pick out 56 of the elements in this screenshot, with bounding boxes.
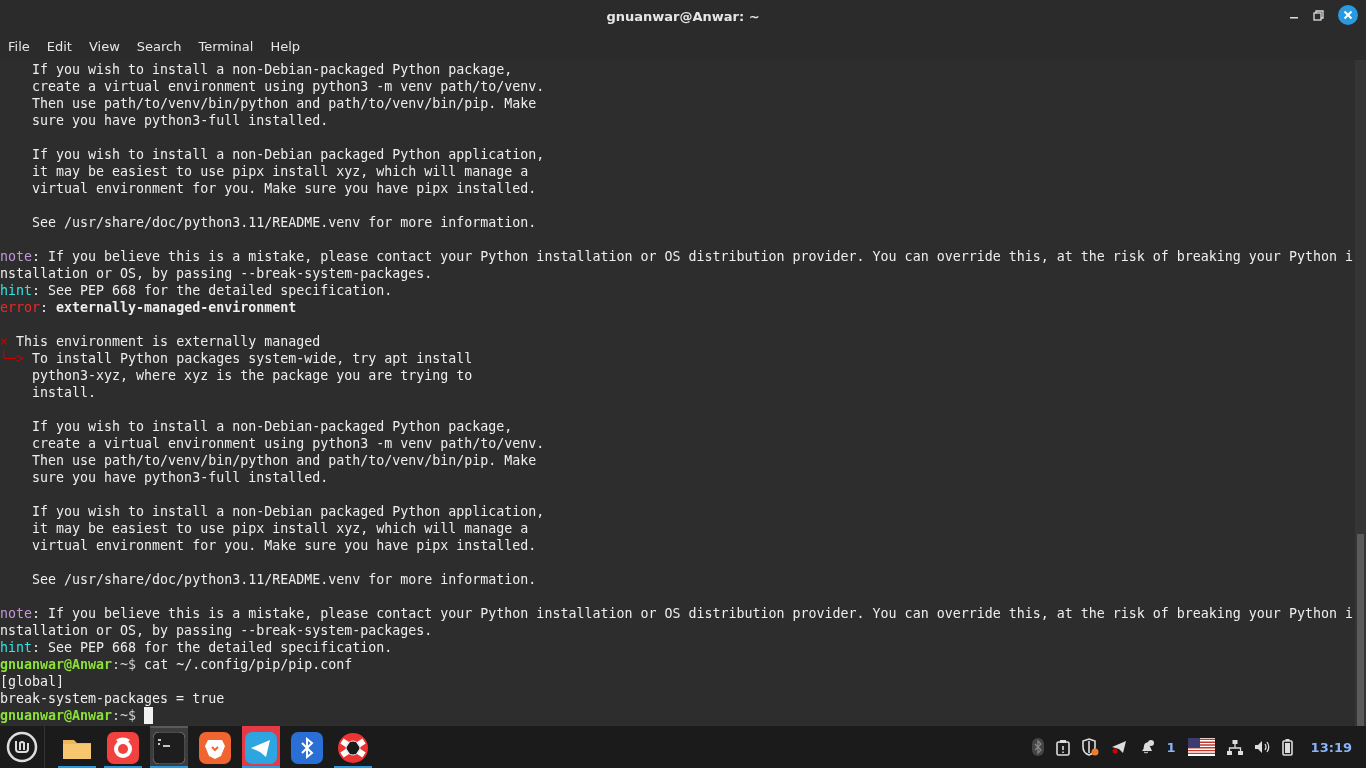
paper-plane-icon[interactable] (1110, 740, 1127, 754)
flag-icon[interactable] (1187, 738, 1215, 756)
shield-icon[interactable] (1081, 738, 1099, 756)
terminal-line: If you wish to install a non-Debian-packaged Python package, (31, 418, 513, 435)
terminal-line: nstallation or OS, by passing --break-system-packages. (0, 265, 433, 282)
terminal-line: See /usr/share/doc/python3.11/README.venv for more information. (31, 214, 537, 231)
terminal-line: ╰─> To install Python packages system-wide, try apt install (0, 350, 473, 367)
terminal-line: sure you have python3-full installed. (31, 112, 329, 129)
terminal-line: hint: See PEP 668 for the detailed specification. (0, 282, 393, 299)
volume-icon[interactable] (1254, 740, 1270, 754)
terminal-line: nstallation or OS, by passing --break-system-packages. (0, 622, 433, 639)
terminal-line: virtual environment for you. Make sure you have pipx installed. (31, 180, 537, 197)
close-icon[interactable] (1338, 5, 1358, 25)
menu-item[interactable]: File (8, 39, 39, 54)
terminal-line: python3-xyz, where xyz is the package you are trying to (31, 367, 473, 384)
lifebuoy-icon (337, 732, 369, 764)
menu-logo-icon[interactable] (6, 731, 38, 763)
terminal-line: hint: See PEP 668 for the detailed specification. (0, 639, 393, 656)
scrollbar[interactable] (1355, 60, 1366, 726)
clock[interactable]: 13:19 (1310, 739, 1352, 755)
terminal-line: break-system-packages = true (0, 690, 225, 707)
prompt-line: gnuanwar@Anwar:~$ cat ~/.config/pip/pip.conf (0, 656, 353, 673)
terminal-line: [global] (0, 673, 65, 690)
battery-icon[interactable] (1281, 738, 1293, 756)
bluetooth-icon[interactable] (1031, 738, 1044, 756)
prompt-line: gnuanwar@Anwar:~$ (0, 707, 138, 724)
terminal-line: note: If you believe this is a mistake, please contact your Python installation or OS distribution provider. You can override this, at the risk of breaking your Python i (0, 248, 1353, 265)
terminal-line: note: If you believe this is a mistake, please contact your Python installation or OS distribution provider. You can override this, at the risk of breaking your Python i (0, 605, 1353, 622)
terminal-line: it may be easiest to use pipx install xyz, which will manage a (31, 163, 529, 180)
menu-item[interactable]: Search (136, 39, 191, 54)
terminal-line: it may be easiest to use pipx install xyz, which will manage a (31, 520, 529, 537)
terminal-line: create a virtual environment using python3 -m venv path/to/venv. (31, 435, 545, 452)
terminal-line: Then use path/to/venv/bin/python and path/to/venv/bin/pip. Make (31, 95, 537, 112)
terminal-line: create a virtual environment using python3 -m venv path/to/venv. (31, 78, 545, 95)
terminal-line: sure you have python3-full installed. (31, 469, 329, 486)
terminal-line: error: externally-managed-environment (0, 299, 297, 316)
network-icon[interactable] (1226, 739, 1243, 755)
terminal-line: If you wish to install a non-Debian-packaged Python package, (31, 61, 513, 78)
notification-count: 1 (1166, 739, 1176, 755)
terminal-line: × This environment is externally managed (0, 333, 321, 350)
terminal-line: See /usr/share/doc/python3.11/README.venv for more information. (31, 571, 537, 588)
bluetooth-icon (291, 732, 323, 764)
terminal-line: install. (31, 384, 97, 401)
menu-item[interactable]: Terminal (198, 39, 263, 54)
window-title: gnuanwar@Anwar: ~ (606, 9, 760, 24)
terminal-line: Then use path/to/venv/bin/python and path/to/venv/bin/pip. Make (31, 452, 537, 469)
menu-item[interactable]: Edit (46, 39, 81, 54)
clipboard-icon[interactable] (1055, 738, 1070, 756)
menu-item[interactable]: View (88, 39, 129, 54)
terminal-line: If you wish to install a non-Debian packaged Python application, (31, 146, 545, 163)
terminal-line: virtual environment for you. Make sure you have pipx installed. (31, 537, 537, 554)
terminal-line: If you wish to install a non-Debian packaged Python application, (31, 503, 545, 520)
terminal-icon (153, 732, 185, 764)
menu-item[interactable]: Help (270, 39, 310, 54)
maximize-icon[interactable] (1313, 9, 1324, 21)
paper-plane-icon (245, 732, 277, 764)
